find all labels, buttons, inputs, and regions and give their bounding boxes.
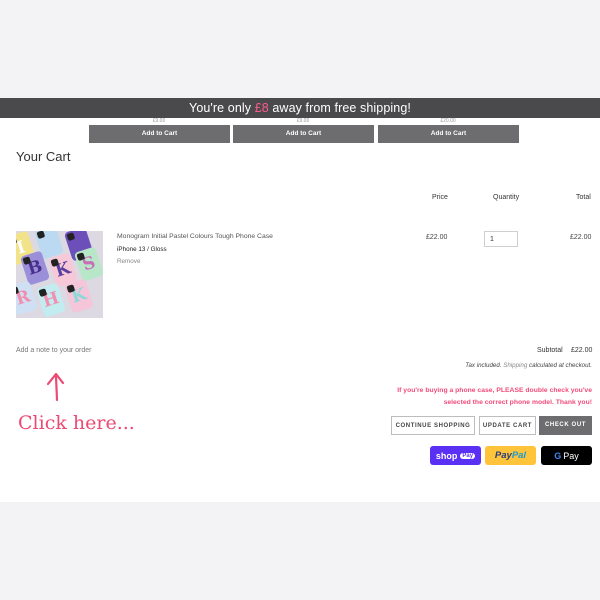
update-cart-button[interactable]: UPDATE CART [479, 416, 536, 435]
paypal-wordmark-a: Pay [494, 450, 512, 461]
shop-pay-button[interactable]: shop Pay [430, 446, 481, 465]
remove-link[interactable]: Remove [117, 258, 140, 265]
checkout-button[interactable]: CHECK OUT [539, 416, 592, 435]
banner-prefix: You're only [189, 101, 255, 115]
tax-note: Tax included. Shipping calculated at che… [465, 362, 592, 369]
shipping-link[interactable]: Shipping [503, 362, 527, 369]
add-note-link[interactable]: Add a note to your order [16, 347, 92, 354]
product-variant: iPhone 13 / Gloss [117, 246, 167, 253]
tax-suffix: calculated at checkout. [527, 362, 592, 369]
tax-prefix: Tax included. [465, 362, 504, 369]
shop-pay-wordmark: shop [435, 450, 458, 461]
item-total: £22.00 [570, 234, 592, 241]
camera-icon [66, 232, 76, 242]
column-header-total: Total [576, 194, 591, 201]
thumb-case: R [16, 280, 39, 316]
product-thumbnail[interactable]: I B K S R H K [16, 231, 103, 318]
item-price: £22.00 [426, 234, 448, 241]
paypal-button[interactable]: Pay Pal [485, 446, 536, 465]
google-pay-text: Pay [563, 450, 579, 461]
banner-suffix: away from free shipping! [268, 101, 411, 115]
thumb-case: H [35, 282, 67, 318]
recommended-price-1: £9.00 [152, 118, 166, 124]
shop-pay-badge: Pay [460, 452, 476, 459]
camera-icon [36, 231, 46, 240]
arrow-up-icon [46, 372, 65, 402]
thumb-case: K [63, 278, 95, 314]
add-to-cart-button-3[interactable]: Add to Cart [378, 125, 519, 143]
google-pay-button[interactable]: G Pay [541, 446, 592, 465]
free-shipping-banner: You're only £8 away from free shipping! [0, 98, 600, 118]
thumb-case: S [73, 246, 103, 282]
annotation-click-here: Click here... [18, 412, 135, 434]
product-name-link[interactable]: Monogram Initial Pastel Colours Tough Ph… [117, 233, 273, 240]
add-to-cart-button-1[interactable]: Add to Cart [89, 125, 230, 143]
google-g-icon: G [554, 450, 562, 461]
paypal-wordmark-b: Pal [511, 450, 527, 461]
phone-model-warning: If you're buying a phone case, PLEASE do… [397, 387, 592, 406]
add-to-cart-button-2[interactable]: Add to Cart [233, 125, 374, 143]
column-header-quantity: Quantity [493, 194, 520, 201]
subtotal-label: Subtotal [537, 347, 563, 354]
column-header-price: Price [432, 194, 448, 201]
continue-shopping-button[interactable]: CONTINUE SHOPPING [391, 416, 475, 435]
subtotal-value: £22.00 [571, 347, 593, 354]
banner-amount: £8 [254, 101, 269, 115]
quantity-input[interactable] [484, 231, 518, 247]
recommended-price-2: £9.00 [296, 118, 310, 124]
recommended-price-3: £20.00 [440, 118, 456, 124]
page-title: Your Cart [16, 149, 71, 164]
